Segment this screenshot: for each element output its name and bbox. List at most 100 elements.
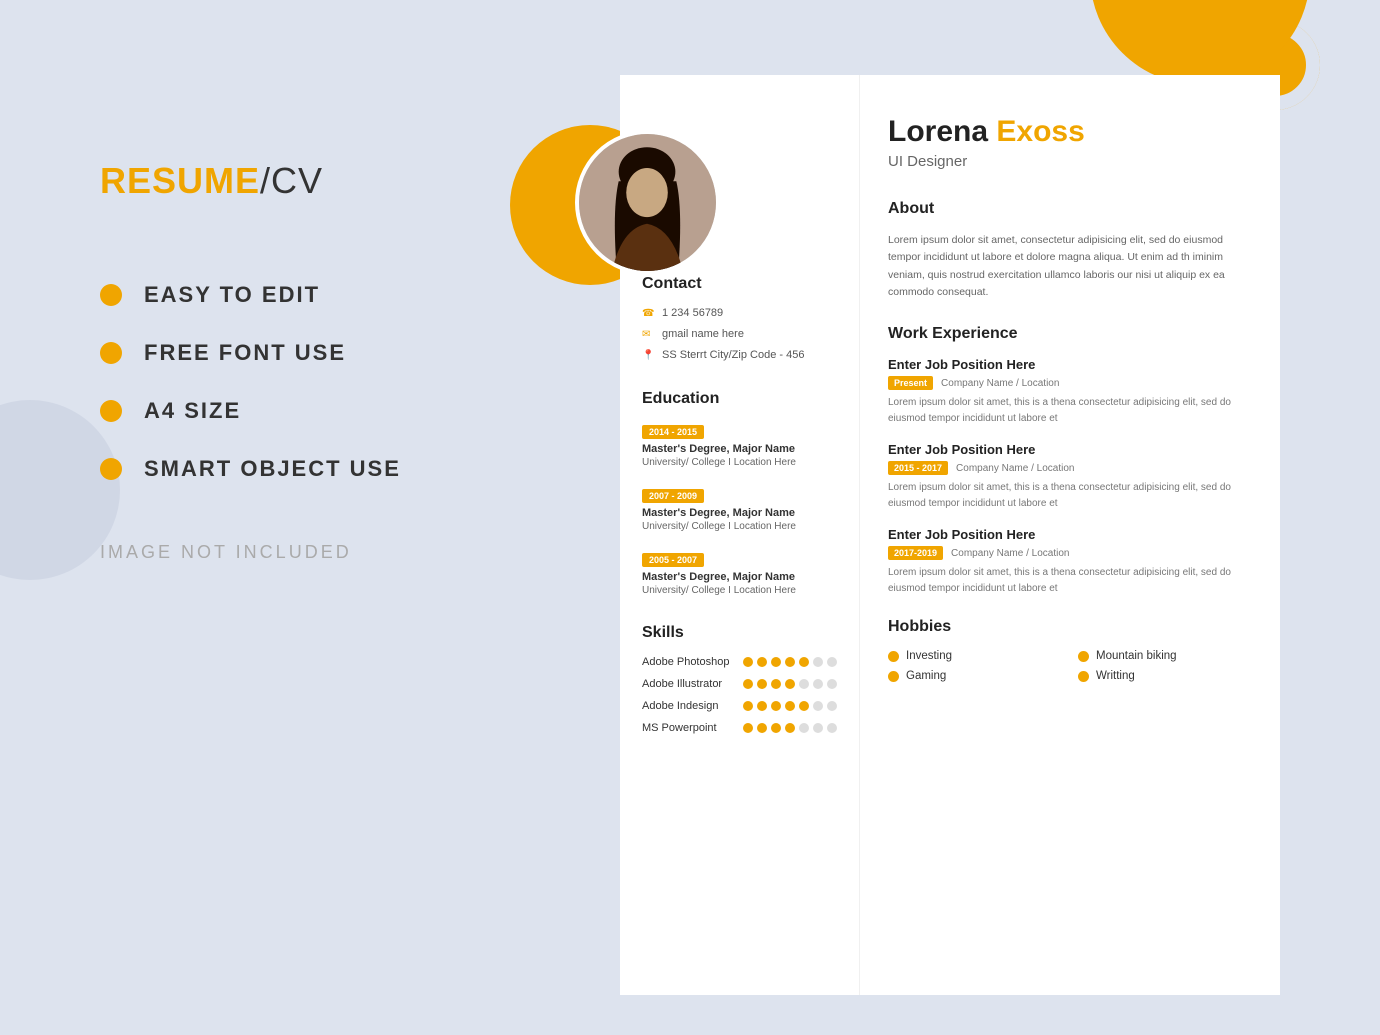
job-badge-1: Present — [888, 376, 933, 390]
hobby-mountain-biking: Mountain biking — [1078, 650, 1252, 662]
phone-value: 1 234 56789 — [662, 307, 723, 319]
job-title-1: Enter Job Position Here — [888, 357, 1252, 372]
contact-email: ✉ gmail name here — [642, 328, 837, 341]
name-section: Lorena Exoss UI Designer — [888, 115, 1252, 170]
dot — [757, 679, 767, 689]
about-text: Lorem ipsum dolor sit amet, consectetur … — [888, 232, 1252, 301]
job-badge-3: 2017-2019 — [888, 546, 943, 560]
email-icon: ✉ — [642, 329, 654, 341]
edu-school-2: University/ College I Location Here — [642, 521, 837, 532]
dot-empty — [813, 723, 823, 733]
dot — [799, 657, 809, 667]
skill-dots-3 — [743, 701, 837, 711]
dot — [757, 723, 767, 733]
resume-right-column: Lorena Exoss UI Designer About Lorem ips… — [860, 75, 1280, 995]
skill-indesign: Adobe Indesign — [642, 700, 837, 712]
dot-empty — [813, 701, 823, 711]
dot-empty — [827, 679, 837, 689]
phone-icon: ☎ — [642, 308, 654, 320]
edu-degree-2: Master's Degree, Major Name — [642, 507, 837, 519]
location-icon: 📍 — [642, 350, 654, 362]
first-name: Lorena — [888, 115, 988, 148]
hobby-label-2: Mountain biking — [1096, 650, 1177, 662]
edu-school-3: University/ College I Location Here — [642, 585, 837, 596]
feature-dot — [100, 400, 122, 422]
title-slash: /CV — [260, 160, 323, 201]
job-desc-1: Lorem ipsum dolor sit amet, this is a th… — [888, 395, 1252, 426]
hobby-label-4: Writting — [1096, 670, 1135, 682]
edu-year-3: 2005 - 2007 — [642, 553, 704, 567]
resume-title: RESUME/CV — [100, 160, 480, 202]
hobby-label-1: Investing — [906, 650, 952, 662]
title-highlight: RESUME — [100, 160, 260, 201]
dot — [757, 701, 767, 711]
job-desc-3: Lorem ipsum dolor sit amet, this is a th… — [888, 565, 1252, 596]
skill-name-2: Adobe Illustrator — [642, 678, 742, 690]
skills-header: Skills — [642, 624, 837, 642]
edu-degree-3: Master's Degree, Major Name — [642, 571, 837, 583]
hobby-dot — [1078, 651, 1089, 662]
work-section: Work Experience Enter Job Position Here … — [888, 325, 1252, 596]
feature-label: FREE FONT USE — [144, 340, 346, 366]
dot — [785, 723, 795, 733]
job-meta-1: Present Company Name / Location — [888, 376, 1252, 390]
contact-section: Contact ☎ 1 234 56789 ✉ gmail name here … — [642, 275, 837, 362]
left-panel: RESUME/CV EASY TO EDIT FREE FONT USE A4 … — [100, 160, 480, 563]
dot — [771, 723, 781, 733]
skill-dots-4 — [743, 723, 837, 733]
feature-item-edit: EASY TO EDIT — [100, 282, 480, 308]
last-name: Exoss — [996, 115, 1084, 148]
hobby-gaming: Gaming — [888, 670, 1062, 682]
dot — [771, 679, 781, 689]
contact-phone: ☎ 1 234 56789 — [642, 307, 837, 320]
skill-dots-2 — [743, 679, 837, 689]
work-entry-1: Enter Job Position Here Present Company … — [888, 357, 1252, 426]
feature-dot — [100, 342, 122, 364]
feature-label: SMART OBJECT USE — [144, 456, 401, 482]
feature-list: EASY TO EDIT FREE FONT USE A4 SIZE SMART… — [100, 282, 480, 482]
dot — [743, 723, 753, 733]
avatar — [575, 130, 720, 275]
hobby-dot — [888, 671, 899, 682]
contact-header: Contact — [642, 275, 837, 293]
dot — [771, 701, 781, 711]
skill-name-1: Adobe Photoshop — [642, 656, 742, 668]
dot-empty — [813, 679, 823, 689]
person-title: UI Designer — [888, 153, 1252, 170]
hobby-writting: Writting — [1078, 670, 1252, 682]
dot — [743, 679, 753, 689]
dot-empty — [827, 657, 837, 667]
hobbies-grid: Investing Mountain biking Gaming Writtin… — [888, 650, 1252, 682]
edu-entry-2: 2007 - 2009 Master's Degree, Major Name … — [642, 486, 837, 532]
job-meta-3: 2017-2019 Company Name / Location — [888, 546, 1252, 560]
job-title-2: Enter Job Position Here — [888, 442, 1252, 457]
person-name: Lorena Exoss — [888, 115, 1252, 149]
dot-empty — [799, 679, 809, 689]
dot — [785, 657, 795, 667]
edu-year-2: 2007 - 2009 — [642, 489, 704, 503]
feature-label: A4 SIZE — [144, 398, 241, 424]
job-meta-2: 2015 - 2017 Company Name / Location — [888, 461, 1252, 475]
dot — [743, 701, 753, 711]
feature-label: EASY TO EDIT — [144, 282, 320, 308]
edu-school-1: University/ College I Location Here — [642, 457, 837, 468]
skill-name-4: MS Powerpoint — [642, 722, 742, 734]
job-company-3: Company Name / Location — [951, 548, 1069, 559]
skills-section: Skills Adobe Photoshop Adobe Illustrat — [642, 624, 837, 734]
skill-dots-1 — [743, 657, 837, 667]
edu-year-1: 2014 - 2015 — [642, 425, 704, 439]
dot — [743, 657, 753, 667]
hobby-investing: Investing — [888, 650, 1062, 662]
work-header: Work Experience — [888, 325, 1252, 343]
education-header: Education — [642, 390, 837, 408]
dot — [785, 701, 795, 711]
feature-item-font: FREE FONT USE — [100, 340, 480, 366]
dot-empty — [799, 723, 809, 733]
edu-degree-1: Master's Degree, Major Name — [642, 443, 837, 455]
job-company-1: Company Name / Location — [941, 378, 1059, 389]
contact-address: 📍 SS Sterrt City/Zip Code - 456 — [642, 349, 837, 362]
feature-dot — [100, 458, 122, 480]
work-entry-2: Enter Job Position Here 2015 - 2017 Comp… — [888, 442, 1252, 511]
feature-item-size: A4 SIZE — [100, 398, 480, 424]
job-company-2: Company Name / Location — [956, 463, 1074, 474]
